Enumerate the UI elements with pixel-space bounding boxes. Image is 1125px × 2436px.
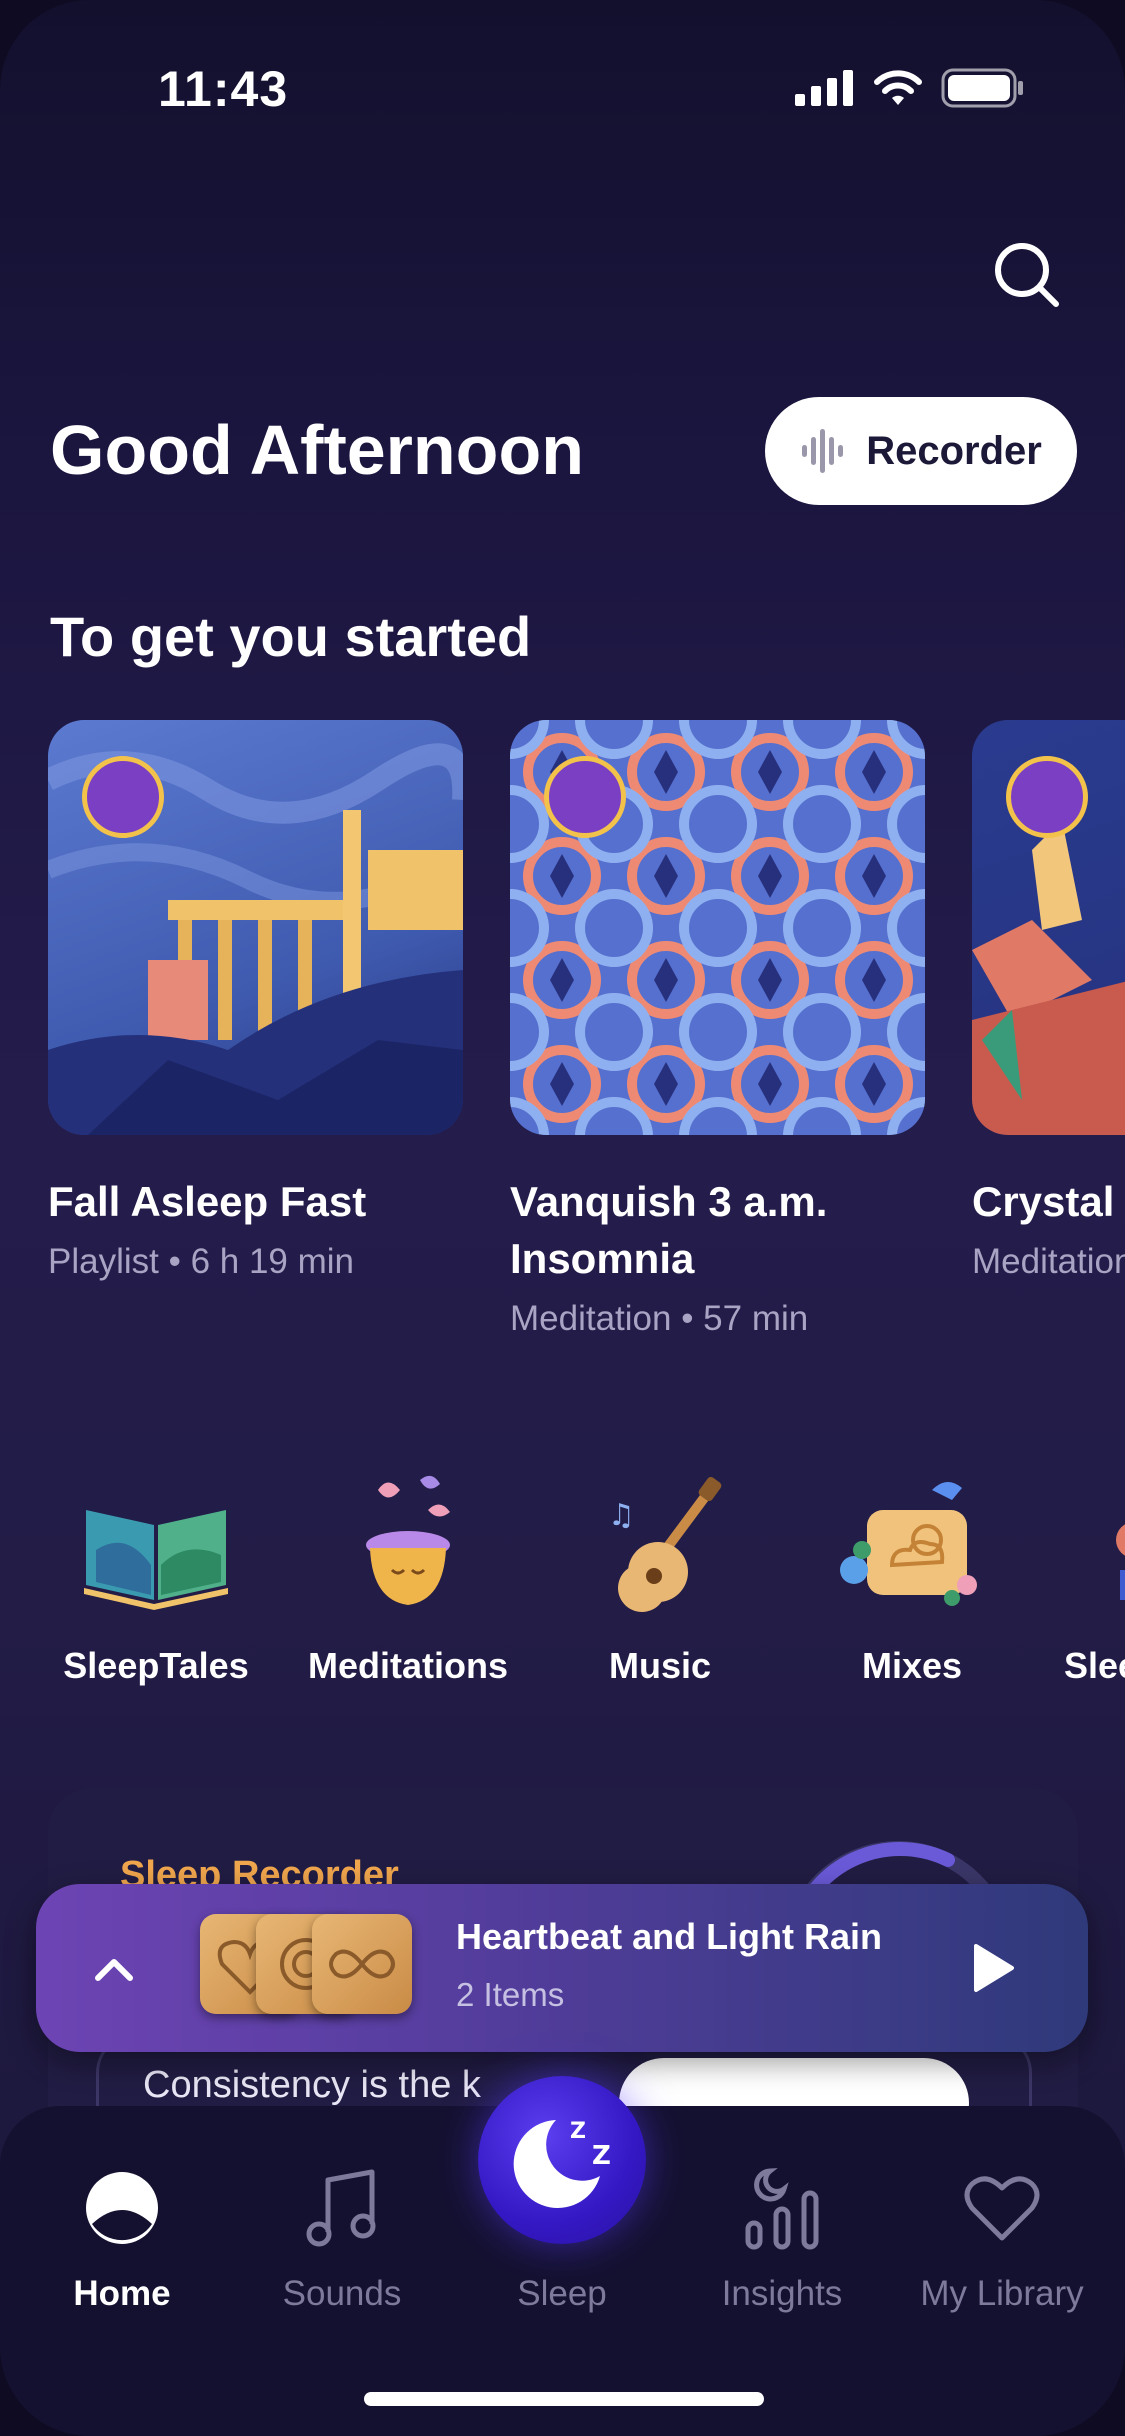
infinity-tile-icon	[312, 1914, 412, 2014]
content-card[interactable]: Crystal Meditation	[972, 720, 1125, 1282]
tab-my-library[interactable]: My Library	[902, 2158, 1102, 2314]
premium-badge	[1006, 756, 1088, 838]
card-title-line2: Insomnia	[510, 1235, 695, 1282]
insights-chart-icon	[745, 2168, 819, 2250]
tab-label: Insights	[721, 2274, 843, 2313]
search-icon[interactable]	[992, 240, 1062, 310]
category-label: Music	[608, 1645, 712, 1686]
tab-sounds[interactable]: Sounds	[242, 2158, 442, 2314]
content-card[interactable]: Fall Asleep Fast Playlist • 6 h 19 min	[48, 720, 463, 1282]
heart-icon	[964, 2176, 1040, 2241]
started-carousel: Fall Asleep Fast Playlist • 6 h 19 min V…	[48, 720, 1125, 1360]
svg-text:Z: Z	[570, 2119, 586, 2144]
tab-label: Sleep	[517, 2274, 607, 2313]
category-mixes[interactable]: Mixes	[812, 1470, 1012, 1687]
battery-icon	[941, 68, 1023, 108]
status-icons	[795, 68, 1025, 108]
premium-badge	[544, 756, 626, 838]
consistency-text: Consistency is the k	[143, 2064, 481, 2106]
recorder-label: Recorder	[866, 428, 1042, 473]
player-subtitle: 2 Items	[456, 1976, 565, 2013]
tab-home[interactable]: Home	[22, 2158, 222, 2314]
music-note-icon	[306, 2169, 376, 2247]
player-title: Heartbeat and Light Rain	[456, 1916, 883, 1957]
card-artwork	[972, 720, 1125, 1135]
open-book-icon	[84, 1510, 228, 1610]
sleep-category-icon	[1116, 1524, 1125, 1600]
tab-label: Home	[73, 2274, 171, 2313]
play-icon[interactable]	[966, 1942, 1018, 1994]
app-screen: 11:43 Good Afternoon Recorder To get you…	[0, 0, 1125, 2436]
category-label: Slee	[1064, 1645, 1125, 1686]
card-title: Fall Asleep Fast	[48, 1178, 367, 1225]
card-subtitle: Playlist • 6 h 19 min	[48, 1242, 354, 1281]
content-card[interactable]: Vanquish 3 a.m. Insomnia Meditation • 57…	[510, 720, 925, 1339]
svg-text:♫: ♫	[608, 1498, 635, 1533]
tab-label: Sounds	[282, 2274, 402, 2313]
category-sleep[interactable]: Slee	[1064, 1470, 1125, 1687]
card-title: Crystal	[972, 1178, 1115, 1225]
category-meditations[interactable]: Meditations	[308, 1470, 508, 1687]
guitar-icon: ♫	[608, 1476, 722, 1612]
category-sleeptales[interactable]: SleepTales	[56, 1470, 256, 1687]
wifi-icon	[874, 70, 922, 105]
card-artwork	[48, 720, 463, 1135]
status-time: 11:43	[158, 61, 289, 117]
home-indicator	[364, 2392, 764, 2406]
greeting-title: Good Afternoon	[50, 411, 584, 489]
signal-icon	[795, 70, 853, 106]
tab-label: My Library	[920, 2274, 1084, 2313]
status-bar: 11:43	[0, 0, 1125, 150]
premium-badge	[82, 756, 164, 838]
recorder-button[interactable]: Recorder	[765, 397, 1077, 505]
category-label: Meditations	[308, 1645, 509, 1686]
sleep-button[interactable]: Z Z	[478, 2076, 646, 2244]
card-subtitle: Meditation	[972, 1242, 1125, 1281]
category-row: SleepTales Meditations ♫ Music Mixes Sle	[0, 1470, 1125, 1700]
card-artwork	[510, 720, 925, 1135]
mini-player[interactable]: Heartbeat and Light Rain 2 Items	[36, 1884, 1088, 2052]
home-moon-icon	[86, 2172, 158, 2244]
section-title-started: To get you started	[50, 605, 532, 668]
chevron-up-icon[interactable]	[84, 1940, 144, 2000]
meditation-pot-icon	[366, 1475, 450, 1605]
player-artwork	[200, 1914, 450, 2024]
waveform-icon	[802, 429, 844, 473]
card-subtitle: Meditation • 57 min	[510, 1299, 809, 1338]
category-label: Mixes	[861, 1645, 963, 1686]
tab-insights[interactable]: Insights	[682, 2158, 882, 2314]
svg-text:Z: Z	[592, 2141, 611, 2171]
moon-zz-icon: Z Z	[513, 2119, 611, 2208]
category-label: SleepTales	[63, 1645, 249, 1686]
weather-sign-icon	[840, 1481, 977, 1606]
card-title: Vanquish 3 a.m.	[510, 1178, 828, 1225]
category-music[interactable]: ♫ Music	[560, 1470, 760, 1687]
